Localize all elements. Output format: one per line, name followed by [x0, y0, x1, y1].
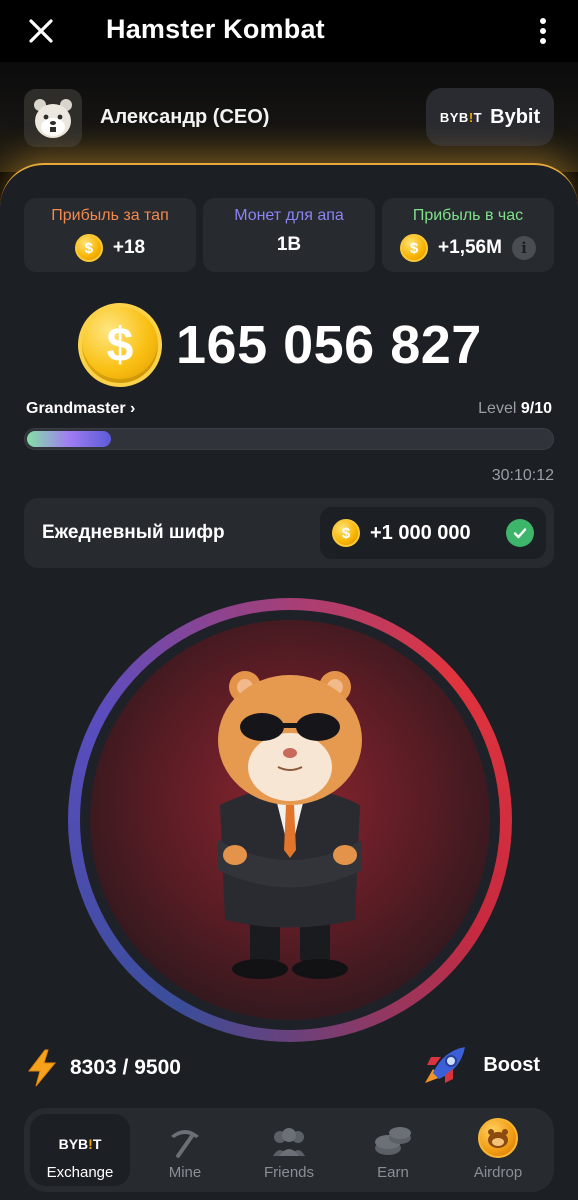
boost-button[interactable]: Boost [417, 1043, 540, 1087]
exchange-name: Bybit [490, 105, 541, 128]
bybit-logo-icon: BYB!T [439, 109, 483, 125]
nav-label: Airdrop [473, 1164, 523, 1181]
daily-cipher-label: Ежедневный шифр [42, 522, 225, 543]
boost-label: Boost [483, 1053, 540, 1076]
energy-indicator: 8303 / 9500 [26, 1049, 181, 1087]
nav-label: Mine [168, 1164, 202, 1181]
bottom-nav: BYB!T Exchange Mine Friends Earn Airdrop [24, 1108, 554, 1192]
top-bar: Hamster Kombat [0, 0, 578, 62]
info-icon[interactable]: i [511, 236, 536, 260]
timer: 30:10:12 [491, 467, 554, 484]
stat-coins-to-level-up[interactable]: Монет для апа 1B [203, 198, 375, 272]
close-icon[interactable] [24, 14, 58, 48]
level-progress-bar [24, 428, 554, 450]
coin-balance: 165 056 827 [176, 315, 482, 375]
nav-mine[interactable]: Mine [135, 1114, 235, 1186]
friends-icon [273, 1128, 305, 1156]
dollar-coin-icon: $ [78, 303, 162, 387]
balance-row: $ 165 056 827 [78, 303, 482, 387]
check-icon [506, 519, 534, 547]
nav-airdrop[interactable]: Airdrop [448, 1114, 548, 1186]
stat-label: Прибыль в час [412, 207, 524, 224]
level-label: Level [478, 400, 517, 417]
nav-label: Exchange [46, 1164, 114, 1181]
stat-value: 1B [276, 234, 302, 255]
rank-name: Grandmaster [26, 400, 126, 417]
avatar[interactable] [24, 89, 82, 147]
energy-value: 8303 / 9500 [70, 1056, 181, 1079]
tap-button[interactable] [68, 598, 512, 1042]
exchange-button[interactable]: BYB!T Bybit [426, 88, 554, 146]
stat-value: +18 [112, 237, 146, 258]
coin-icon: $ [74, 234, 103, 262]
daily-cipher[interactable]: Ежедневный шифр $ +1 000 000 [24, 498, 554, 568]
level-value: 9/10 [520, 400, 552, 417]
more-menu-icon[interactable] [532, 14, 554, 48]
level-progress-fill [27, 431, 111, 447]
chevron-right-icon: › [130, 400, 136, 417]
user-name: Александр (CEO) [100, 106, 270, 128]
reward-value: +1 000 000 [370, 521, 471, 544]
nav-label: Earn [377, 1164, 409, 1181]
lightning-icon [27, 1049, 57, 1087]
bybit-icon: BYB!T [58, 1136, 102, 1152]
nav-earn[interactable]: Earn [343, 1114, 443, 1186]
stat-profit-per-tap[interactable]: Прибыль за тап $ +18 [24, 198, 196, 272]
hamster-ceo-icon [218, 671, 362, 979]
stat-label: Монет для апа [234, 207, 344, 224]
rocket-icon [425, 1047, 466, 1083]
stat-profit-per-hour[interactable]: Прибыль в час $ +1,56M i [382, 198, 554, 272]
profile-header: Александр (CEO) BYB!T Bybit [0, 62, 578, 172]
airdrop-coin-icon [478, 1118, 518, 1158]
stat-label: Прибыль за тап [51, 207, 169, 224]
nav-friends[interactable]: Friends [239, 1114, 339, 1186]
coin-icon: $ [332, 519, 360, 547]
nav-exchange[interactable]: BYB!T Exchange [30, 1114, 130, 1186]
coin-icon: $ [400, 234, 429, 262]
stat-value: +1,56M [438, 237, 502, 258]
hamster-avatar-icon [34, 99, 72, 138]
daily-cipher-reward[interactable]: $ +1 000 000 [320, 507, 546, 559]
level-indicator: Level 9/10 [478, 400, 552, 418]
coins-icon [375, 1127, 411, 1155]
pickaxe-icon [171, 1130, 199, 1158]
app-title: Hamster Kombat [106, 14, 325, 44]
rank-link[interactable]: Grandmaster › [26, 400, 135, 418]
nav-label: Friends [263, 1164, 315, 1181]
main-panel: Прибыль за тап $ +18 Монет для апа 1B Пр… [0, 163, 578, 1200]
